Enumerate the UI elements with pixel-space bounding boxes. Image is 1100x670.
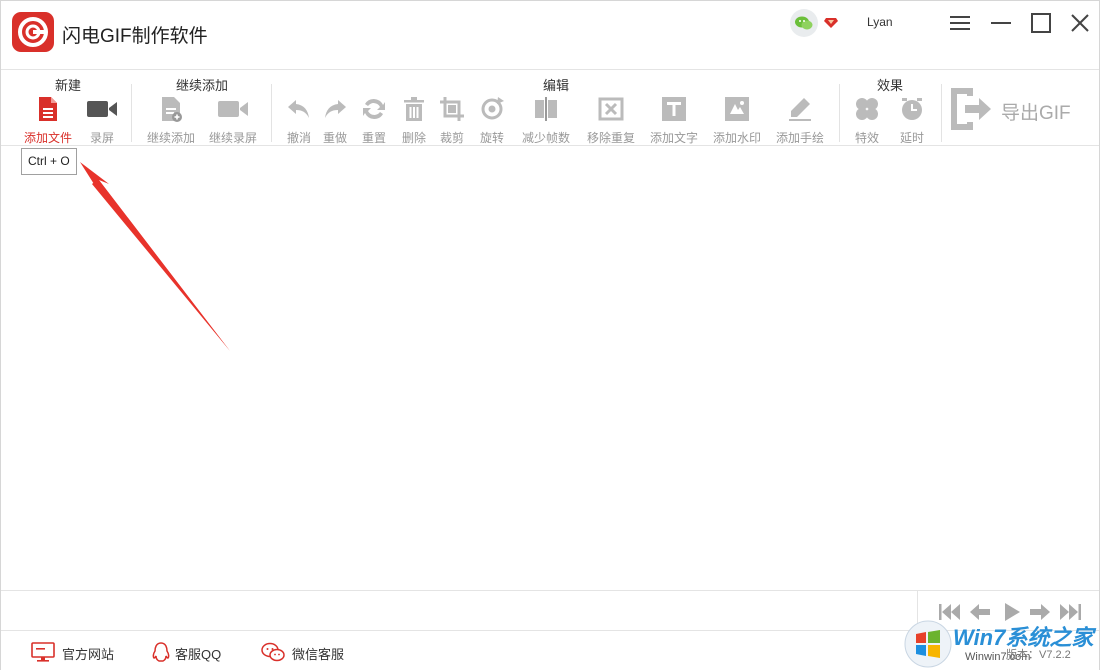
minimize-icon [991,22,1011,24]
text-icon [662,97,686,121]
delay-label: 延时 [899,131,924,145]
group-title-edit: 编辑 [542,78,570,93]
add-watermark-label: 添加水印 [712,131,761,145]
username[interactable]: Lyan [867,15,893,29]
qq-support-link[interactable]: 客服QQ [151,640,241,664]
rotate-button[interactable]: 旋转 [462,96,522,146]
reduce-frames-button[interactable]: 减少帧数 [516,96,576,146]
record-screen-button[interactable]: 录屏 [72,96,132,146]
clock-icon [902,98,922,120]
remove-duplicate-icon [598,97,624,121]
wechat-support-link[interactable]: 微信客服 [260,640,360,664]
file-icon [39,97,57,121]
wechat-icon [261,642,285,662]
main-toolbar: 新建 继续添加 编辑 效果 添加文件 录屏 继续添加 继续录屏 撤消 重做 重置… [1,69,1099,146]
export-icon [951,88,991,130]
version-text: 版本：V7.2.2 [1006,649,1071,661]
add-watermark-button[interactable]: 添加水印 [707,96,767,146]
menu-button[interactable] [948,11,972,35]
remove-duplicates-label: 移除重复 [586,131,635,145]
file-add-icon [162,97,182,122]
add-file-label: 添加文件 [23,131,72,145]
add-drawing-button[interactable]: 添加手绘 [770,96,830,146]
vip-gem-icon[interactable] [823,14,839,30]
official-site-link[interactable]: 官方网站 [31,640,131,664]
maximize-button[interactable] [1029,11,1053,35]
minimize-button[interactable] [989,11,1013,35]
record-screen-label: 录屏 [89,131,114,145]
remove-duplicates-button[interactable]: 移除重复 [581,96,641,146]
export-gif-button[interactable]: 导出GIF [945,86,1085,134]
wechat-support-label: 微信客服 [292,647,345,662]
qq-support-label: 客服QQ [175,647,222,662]
reduce-frames-icon [535,97,557,121]
app-window: 闪电GIF制作软件 Lyan 新建 继续添加 编辑 效果 添加文件 录屏 继续添… [0,0,1100,670]
video-camera-icon [87,101,117,117]
add-text-button[interactable]: 添加文字 [644,96,704,146]
add-file-button[interactable]: 添加文件 [18,96,78,146]
add-text-label: 添加文字 [649,131,698,145]
reduce-frames-label: 减少帧数 [521,131,570,145]
pen-icon [789,98,811,121]
qq-penguin-icon [152,642,170,662]
rotate-icon [481,97,504,120]
group-title-effects: 效果 [876,78,904,93]
hamburger-icon [950,16,970,30]
group-title-continue-add: 继续添加 [175,78,229,93]
group-title-new: 新建 [54,78,82,93]
monitor-icon [31,642,55,662]
shortcut-tooltip: Ctrl + O [21,148,77,175]
close-icon [1071,14,1089,32]
video-camera-icon [218,101,248,117]
maximize-icon [1031,13,1051,33]
continue-record-button[interactable]: 继续录屏 [203,96,263,146]
windows-logo-icon [904,620,952,668]
continue-record-label: 继续录屏 [208,131,257,145]
official-site-label: 官方网站 [62,647,115,662]
rotate-label: 旋转 [479,131,504,145]
clover-effects-icon [856,98,878,120]
wechat-login-icon[interactable] [790,9,818,37]
app-logo-icon [12,12,54,52]
add-drawing-label: 添加手绘 [775,131,824,145]
close-button[interactable] [1068,11,1092,35]
title-bar: 闪电GIF制作软件 Lyan [1,1,1099,67]
continue-add-button[interactable]: 继续添加 [141,96,201,146]
watermark-icon [725,97,749,121]
app-title: 闪电GIF制作软件 [62,26,208,47]
export-gif-label: 导出GIF [1001,103,1071,124]
continue-add-label: 继续添加 [146,131,195,145]
delay-button[interactable]: 延时 [882,96,942,146]
